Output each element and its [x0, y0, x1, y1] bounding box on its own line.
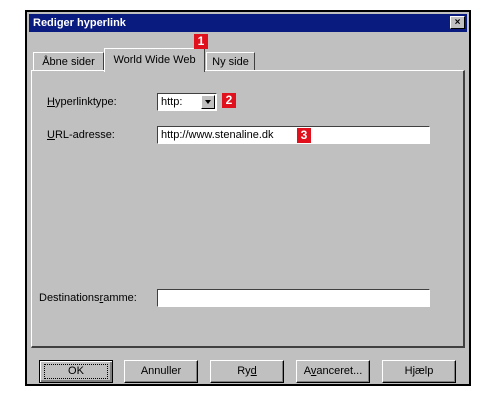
annotation-badge-1: 1: [194, 34, 208, 49]
title-bar[interactable]: Rediger hyperlink ×: [29, 14, 467, 32]
chevron-down-icon[interactable]: [201, 95, 215, 109]
close-icon: ×: [454, 17, 461, 28]
destination-frame-label: Destinationsramme:: [39, 292, 137, 304]
url-address-value: http://www.stenaline.dk: [161, 129, 274, 141]
clear-button[interactable]: Ryd: [210, 360, 284, 383]
ok-button[interactable]: OK: [39, 360, 113, 383]
focus-rectangle: [44, 364, 108, 379]
tab-new-page[interactable]: Ny side: [206, 52, 255, 71]
dialog-title: Rediger hyperlink: [33, 17, 126, 29]
hyperlink-type-value: http:: [161, 96, 183, 108]
help-button[interactable]: Hjælp: [382, 360, 456, 383]
annotation-badge-2: 2: [222, 93, 236, 108]
destination-frame-input[interactable]: [157, 289, 430, 307]
cancel-label: Annuller: [140, 365, 182, 377]
close-button[interactable]: ×: [450, 16, 465, 29]
clear-label: Ryd: [237, 365, 257, 377]
tab-label: World Wide Web: [113, 54, 196, 66]
annotation-badge-3: 3: [297, 128, 311, 143]
help-label: Hjælp: [404, 365, 434, 377]
tab-label: Åbne sider: [42, 56, 95, 68]
tab-open-pages[interactable]: Åbne sider: [33, 52, 104, 71]
hyperlink-type-select[interactable]: http:: [157, 93, 217, 111]
url-address-label: URL-adresse:: [47, 129, 115, 141]
hyperlink-type-label: Hyperlinktype:: [47, 96, 117, 108]
advanced-label: Avanceret...: [303, 365, 363, 377]
advanced-button[interactable]: Avanceret...: [296, 360, 370, 383]
cancel-button[interactable]: Annuller: [124, 360, 198, 383]
url-address-input[interactable]: http://www.stenaline.dk: [157, 126, 430, 144]
tab-label: Ny side: [212, 56, 249, 68]
tab-world-wide-web[interactable]: World Wide Web: [104, 48, 205, 72]
edit-hyperlink-dialog: Rediger hyperlink × Åbne sider World Wid…: [25, 10, 471, 386]
